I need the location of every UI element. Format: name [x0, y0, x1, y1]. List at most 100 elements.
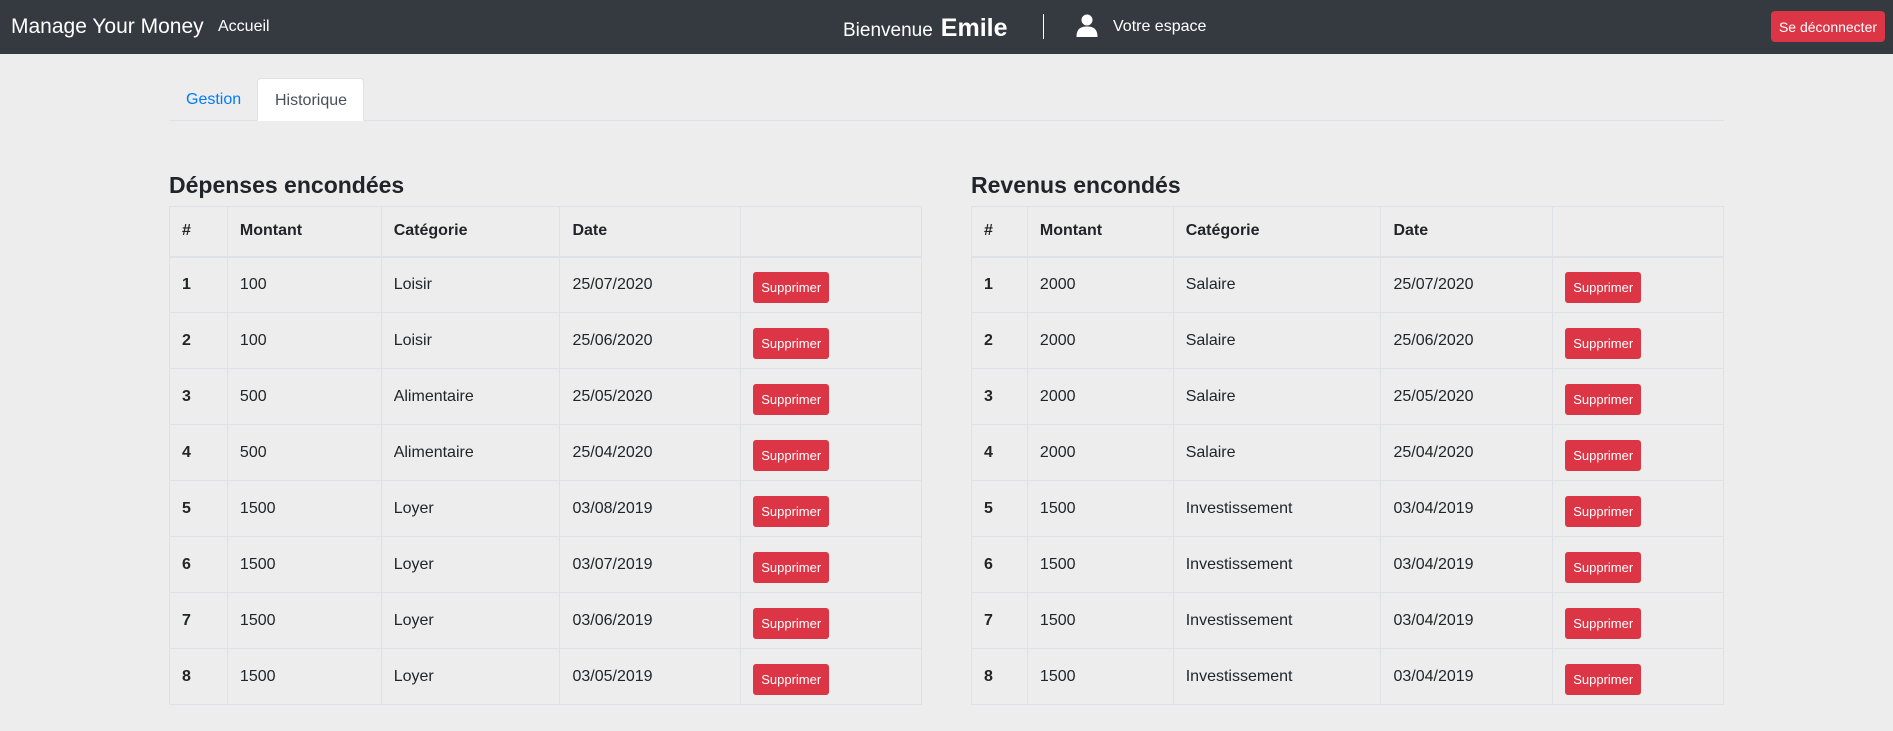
- column-header-actions: [1552, 206, 1724, 258]
- table-row: 3 500 Alimentaire 25/05/2020 Supprimer: [169, 368, 922, 425]
- table-row: 1 2000 Salaire 25/07/2020 Supprimer: [971, 256, 1724, 313]
- delete-button[interactable]: Supprimer: [1565, 328, 1642, 359]
- app-brand[interactable]: Manage Your Money: [11, 15, 204, 39]
- delete-button[interactable]: Supprimer: [1565, 384, 1642, 415]
- navbar-divider: [1043, 14, 1044, 39]
- table-header-row: # Montant Catégorie Date: [169, 206, 922, 258]
- row-actions: Supprimer: [1552, 256, 1724, 313]
- table-row: 2 2000 Salaire 25/06/2020 Supprimer: [971, 312, 1724, 369]
- table-row: 5 1500 Investissement 03/04/2019 Supprimer: [971, 480, 1724, 537]
- row-date: 25/07/2020: [559, 256, 742, 313]
- row-actions: Supprimer: [1552, 424, 1724, 481]
- delete-button[interactable]: Supprimer: [1565, 608, 1642, 639]
- delete-button[interactable]: Supprimer: [753, 384, 830, 415]
- row-category: Investissement: [1172, 480, 1382, 537]
- row-index: 8: [971, 648, 1028, 705]
- row-date: 25/05/2020: [1380, 368, 1554, 425]
- table-row: 8 1500 Loyer 03/05/2019 Supprimer: [169, 648, 922, 705]
- row-actions: Supprimer: [1552, 648, 1724, 705]
- delete-button[interactable]: Supprimer: [1565, 552, 1642, 583]
- row-date: 03/04/2019: [1380, 536, 1554, 593]
- row-amount: 2000: [1026, 424, 1174, 481]
- table-row: 4 500 Alimentaire 25/04/2020 Supprimer: [169, 424, 922, 481]
- delete-button[interactable]: Supprimer: [1565, 272, 1642, 304]
- row-actions: Supprimer: [740, 648, 922, 705]
- expenses-table: # Montant Catégorie Date 1 100 Loisir 25/07…: [169, 206, 922, 705]
- welcome-text: Bienvenue: [843, 20, 933, 41]
- row-index: 2: [169, 312, 228, 369]
- row-actions: Supprimer: [740, 536, 922, 593]
- row-date: 03/07/2019: [559, 536, 742, 593]
- row-amount: 500: [226, 368, 382, 425]
- table-row: 4 2000 Salaire 25/04/2020 Supprimer: [971, 424, 1724, 481]
- delete-button[interactable]: Supprimer: [753, 552, 830, 583]
- tab-gestion[interactable]: Gestion: [169, 78, 258, 121]
- row-category: Investissement: [1172, 536, 1382, 593]
- row-index: 5: [169, 480, 228, 537]
- row-date: 25/06/2020: [1380, 312, 1554, 369]
- row-category: Loisir: [380, 312, 561, 369]
- row-category: Loyer: [380, 480, 561, 537]
- user-name: Emile: [940, 14, 1008, 42]
- column-header-amount: Montant: [1026, 206, 1174, 258]
- row-amount: 100: [226, 312, 382, 369]
- delete-button[interactable]: Supprimer: [753, 440, 830, 471]
- row-date: 03/04/2019: [1380, 592, 1554, 649]
- row-amount: 1500: [226, 536, 382, 593]
- row-category: Loyer: [380, 592, 561, 649]
- delete-button[interactable]: Supprimer: [753, 328, 830, 359]
- incomes-title: Revenus encondés: [971, 172, 1181, 198]
- row-category: Salaire: [1172, 424, 1382, 481]
- row-category: Salaire: [1172, 312, 1382, 369]
- row-category: Salaire: [1172, 256, 1382, 313]
- row-index: 6: [169, 536, 228, 593]
- home-link[interactable]: Accueil: [218, 18, 270, 36]
- row-index: 6: [971, 536, 1028, 593]
- delete-button[interactable]: Supprimer: [1565, 496, 1642, 527]
- row-amount: 1500: [1026, 592, 1174, 649]
- tab-historique[interactable]: Historique: [257, 78, 364, 121]
- row-index: 7: [169, 592, 228, 649]
- delete-button[interactable]: Supprimer: [753, 608, 830, 639]
- table-row: 5 1500 Loyer 03/08/2019 Supprimer: [169, 480, 922, 537]
- row-actions: Supprimer: [1552, 368, 1724, 425]
- row-date: 25/04/2020: [1380, 424, 1554, 481]
- delete-button[interactable]: Supprimer: [1565, 664, 1642, 695]
- column-header-date: Date: [1380, 206, 1554, 258]
- table-row: 3 2000 Salaire 25/05/2020 Supprimer: [971, 368, 1724, 425]
- row-amount: 1500: [1026, 536, 1174, 593]
- incomes-table: # Montant Catégorie Date 1 2000 Salaire 25/…: [971, 206, 1724, 705]
- table-row: 1 100 Loisir 25/07/2020 Supprimer: [169, 256, 922, 313]
- row-actions: Supprimer: [1552, 592, 1724, 649]
- row-amount: 100: [226, 256, 382, 313]
- row-date: 25/04/2020: [559, 424, 742, 481]
- user-space-link[interactable]: Votre espace: [1113, 18, 1206, 36]
- delete-button[interactable]: Supprimer: [753, 664, 830, 695]
- row-actions: Supprimer: [1552, 480, 1724, 537]
- column-header-category: Catégorie: [1172, 206, 1382, 258]
- delete-button[interactable]: Supprimer: [753, 272, 830, 304]
- row-index: 4: [971, 424, 1028, 481]
- row-category: Loyer: [380, 536, 561, 593]
- table-row: 2 100 Loisir 25/06/2020 Supprimer: [169, 312, 922, 369]
- user-icon[interactable]: [1075, 13, 1099, 37]
- row-index: 2: [971, 312, 1028, 369]
- row-index: 1: [971, 256, 1028, 313]
- row-date: 03/06/2019: [559, 592, 742, 649]
- column-header-actions: [740, 206, 922, 258]
- delete-button[interactable]: Supprimer: [1565, 440, 1642, 471]
- delete-button[interactable]: Supprimer: [753, 496, 830, 527]
- table-row: 6 1500 Loyer 03/07/2019 Supprimer: [169, 536, 922, 593]
- row-actions: Supprimer: [740, 424, 922, 481]
- row-actions: Supprimer: [1552, 312, 1724, 369]
- row-index: 4: [169, 424, 228, 481]
- logout-button[interactable]: Se déconnecter: [1771, 11, 1885, 42]
- row-category: Loisir: [380, 256, 561, 313]
- row-actions: Supprimer: [740, 480, 922, 537]
- row-category: Salaire: [1172, 368, 1382, 425]
- row-actions: Supprimer: [740, 592, 922, 649]
- row-date: 25/06/2020: [559, 312, 742, 369]
- row-amount: 2000: [1026, 312, 1174, 369]
- column-header-amount: Montant: [226, 206, 382, 258]
- row-actions: Supprimer: [740, 256, 922, 313]
